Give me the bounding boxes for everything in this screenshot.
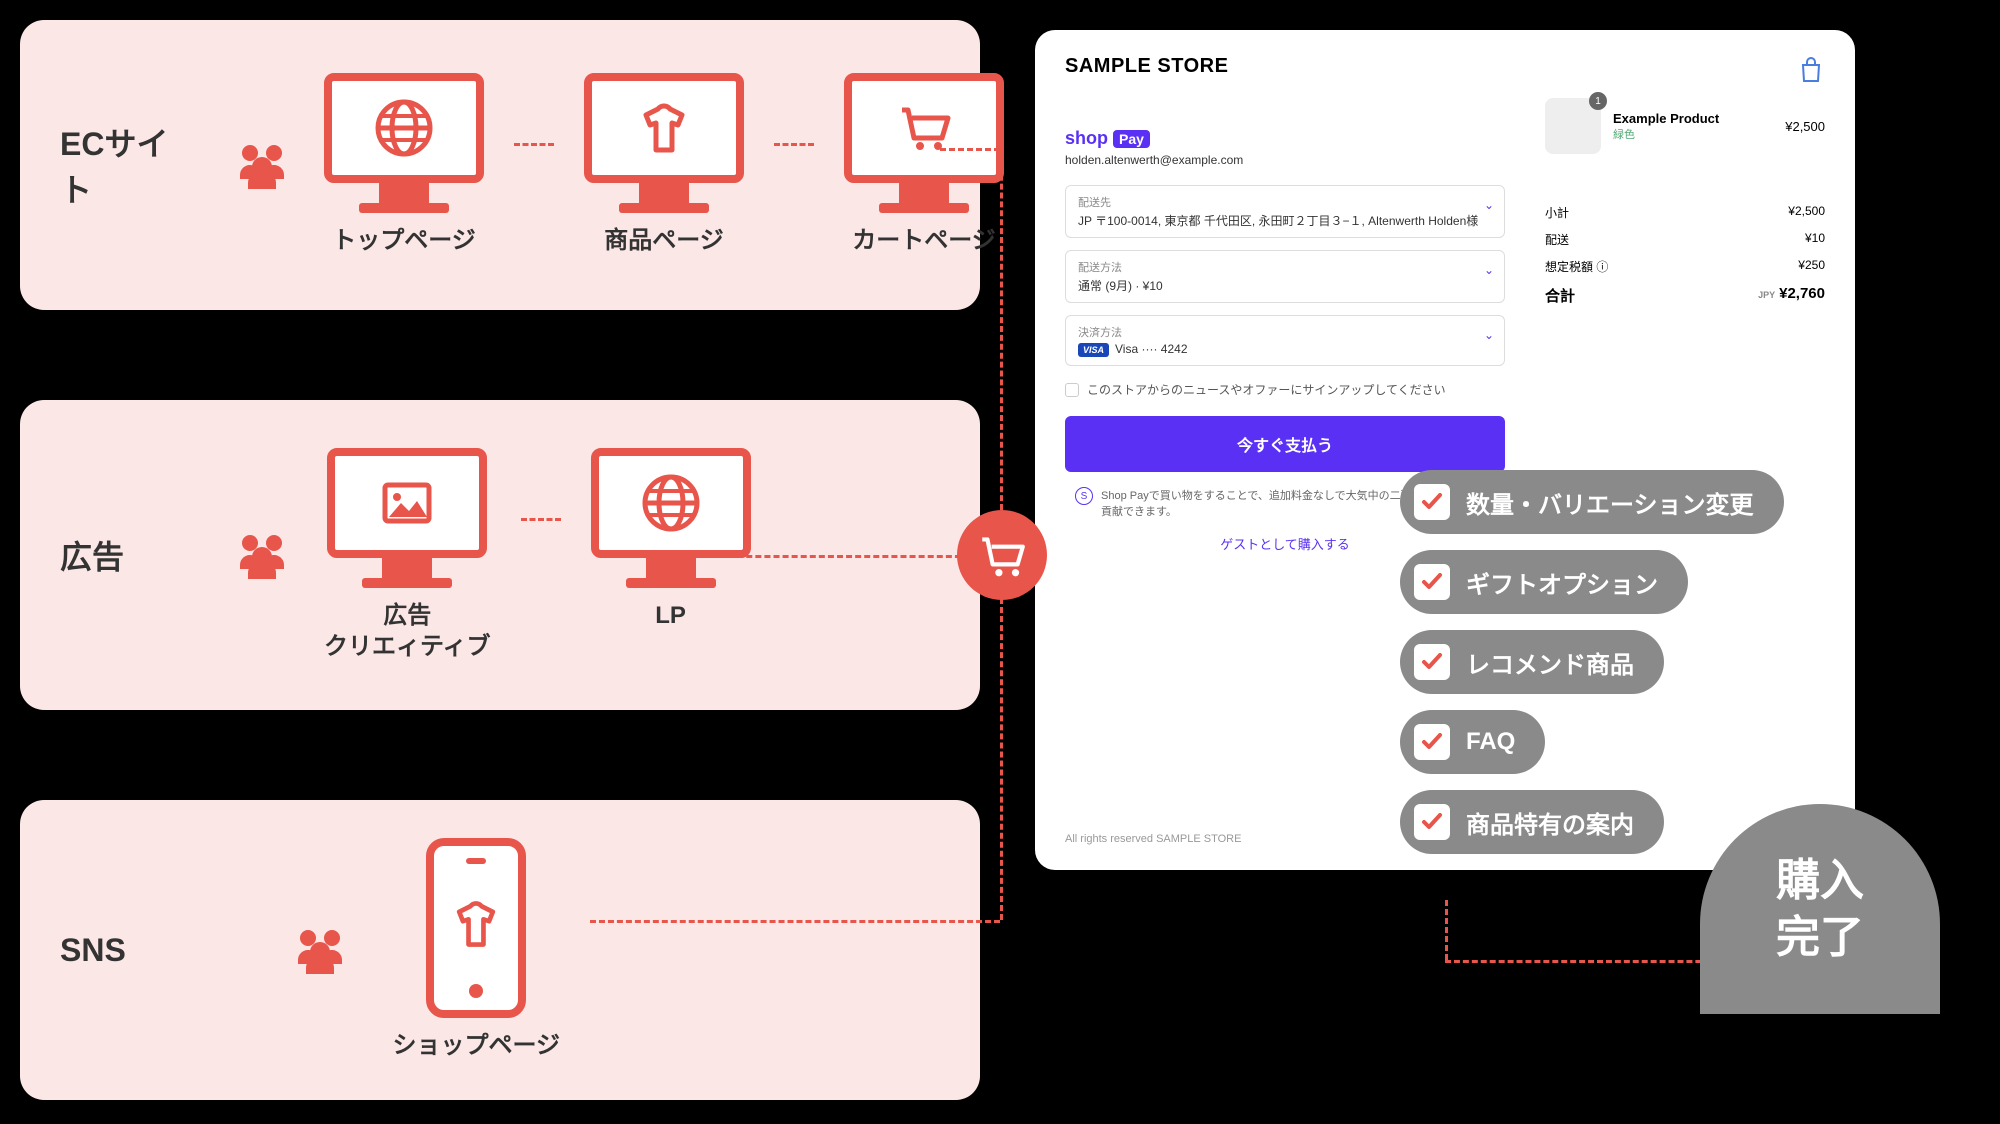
chip-label: 商品特有の案内 xyxy=(1466,805,1634,840)
field-value: VISAVisa ···· 4242 xyxy=(1078,342,1492,357)
product-row: Example Product 緑色 ¥2,500 xyxy=(1545,98,1825,154)
chip-label: レコメンド商品 xyxy=(1466,645,1634,680)
checkbox-icon[interactable] xyxy=(1065,383,1079,397)
chip-label: ギフトオプション xyxy=(1466,565,1658,600)
summary-tax: 想定税額 ⓘ¥250 xyxy=(1545,258,1825,275)
users-icon xyxy=(230,139,294,191)
field-label: 配送先 xyxy=(1078,194,1492,210)
customer-email: holden.altenwerth@example.com xyxy=(1065,153,1505,167)
users-icon xyxy=(230,529,294,581)
chevron-down-icon: ⌄ xyxy=(1484,328,1494,342)
product-variant: 緑色 xyxy=(1613,126,1719,142)
payment-method-field[interactable]: 決済方法 VISAVisa ···· 4242 ⌄ xyxy=(1065,315,1505,366)
done-label: 購入 完了 xyxy=(1776,852,1864,966)
newsletter-signup[interactable]: このストアからのニュースやオファーにサインアップしてください xyxy=(1065,381,1505,398)
check-icon xyxy=(1414,564,1450,600)
summary-subtotal: 小計¥2,500 xyxy=(1545,204,1825,221)
shirt-icon xyxy=(448,896,504,952)
connector xyxy=(940,148,1000,151)
feature-chip-custom-info: 商品特有の案内 xyxy=(1400,790,1664,854)
device-label: トップページ xyxy=(332,225,476,256)
device-label: カートページ xyxy=(852,225,996,256)
chip-label: FAQ xyxy=(1466,728,1515,756)
device-shop-page: ショップページ xyxy=(392,838,560,1061)
connector xyxy=(1000,148,1003,510)
image-icon xyxy=(377,473,437,533)
connector xyxy=(590,920,1000,923)
panel-sns-title: SNS xyxy=(60,932,200,969)
sns-devices: ショップページ xyxy=(392,838,560,1061)
ec-devices: トップページ 商品ページ カートページ xyxy=(324,73,1004,256)
connector xyxy=(1000,598,1003,920)
feature-chip-recommend: レコメンド商品 xyxy=(1400,630,1664,694)
product-price: ¥2,500 xyxy=(1785,119,1825,134)
device-top-page: トップページ xyxy=(324,73,484,256)
summary-shipping: 配送¥10 xyxy=(1545,231,1825,248)
chevron-down-icon: ⌄ xyxy=(1484,198,1494,212)
check-icon xyxy=(1414,484,1450,520)
pay-now-button[interactable]: 今すぐ支払う xyxy=(1065,416,1505,472)
shirt-icon xyxy=(634,98,694,158)
connector xyxy=(1445,900,1448,960)
panel-ec: ECサイト トップページ 商品ページ カートページ xyxy=(20,20,980,310)
footer-copyright: All rights reserved SAMPLE STORE xyxy=(1065,833,1241,845)
store-title: SAMPLE STORE xyxy=(1065,55,1825,78)
feature-chip-gift: ギフトオプション xyxy=(1400,550,1688,614)
product-thumbnail xyxy=(1545,98,1601,154)
device-label: LP xyxy=(655,600,686,631)
device-ad-creative: 広告 クリエィティブ xyxy=(324,448,491,662)
cart-hub-icon xyxy=(957,510,1047,600)
product-name: Example Product xyxy=(1613,111,1719,126)
check-icon xyxy=(1414,804,1450,840)
check-icon xyxy=(1414,724,1450,760)
device-label: 商品ページ xyxy=(604,225,724,256)
shipping-method-field[interactable]: 配送方法 通常 (9月) · ¥10 ⌄ xyxy=(1065,250,1505,303)
field-label: 決済方法 xyxy=(1078,324,1492,340)
field-label: 配送方法 xyxy=(1078,259,1492,275)
device-product-page: 商品ページ xyxy=(584,73,744,256)
globe-icon xyxy=(641,473,701,533)
feature-chip-faq: FAQ xyxy=(1400,710,1545,774)
device-cart-page: カートページ xyxy=(844,73,1004,256)
device-label: ショップページ xyxy=(392,1030,560,1061)
ad-devices: 広告 クリエィティブ LP xyxy=(324,448,751,662)
feature-chip-quantity: 数量・バリエーション変更 xyxy=(1400,470,1784,534)
bag-icon[interactable] xyxy=(1797,55,1825,83)
shop-pay-logo: shop Pay xyxy=(1065,128,1505,149)
panel-sns: SNS ショップページ xyxy=(20,800,980,1100)
panel-ec-title: ECサイト xyxy=(60,119,200,211)
shop-pay-badge-icon: S xyxy=(1075,487,1093,505)
field-value: JP 〒100-0014, 東京都 千代田区, 永田町２丁目３−１, Alten… xyxy=(1078,212,1492,229)
summary-total: 合計 JPY¥2,760 xyxy=(1545,285,1825,306)
globe-icon xyxy=(374,98,434,158)
device-label: 広告 クリエィティブ xyxy=(324,600,491,662)
chevron-down-icon: ⌄ xyxy=(1484,263,1494,277)
chip-label: 数量・バリエーション変更 xyxy=(1466,485,1754,520)
field-value: 通常 (9月) · ¥10 xyxy=(1078,277,1492,294)
users-icon xyxy=(288,924,352,976)
check-icon xyxy=(1414,644,1450,680)
connector xyxy=(710,555,970,558)
device-lp: LP xyxy=(591,448,751,631)
shipping-address-field[interactable]: 配送先 JP 〒100-0014, 東京都 千代田区, 永田町２丁目３−１, A… xyxy=(1065,185,1505,238)
signup-label: このストアからのニュースやオファーにサインアップしてください xyxy=(1087,381,1446,398)
panel-ad-title: 広告 xyxy=(60,532,200,578)
